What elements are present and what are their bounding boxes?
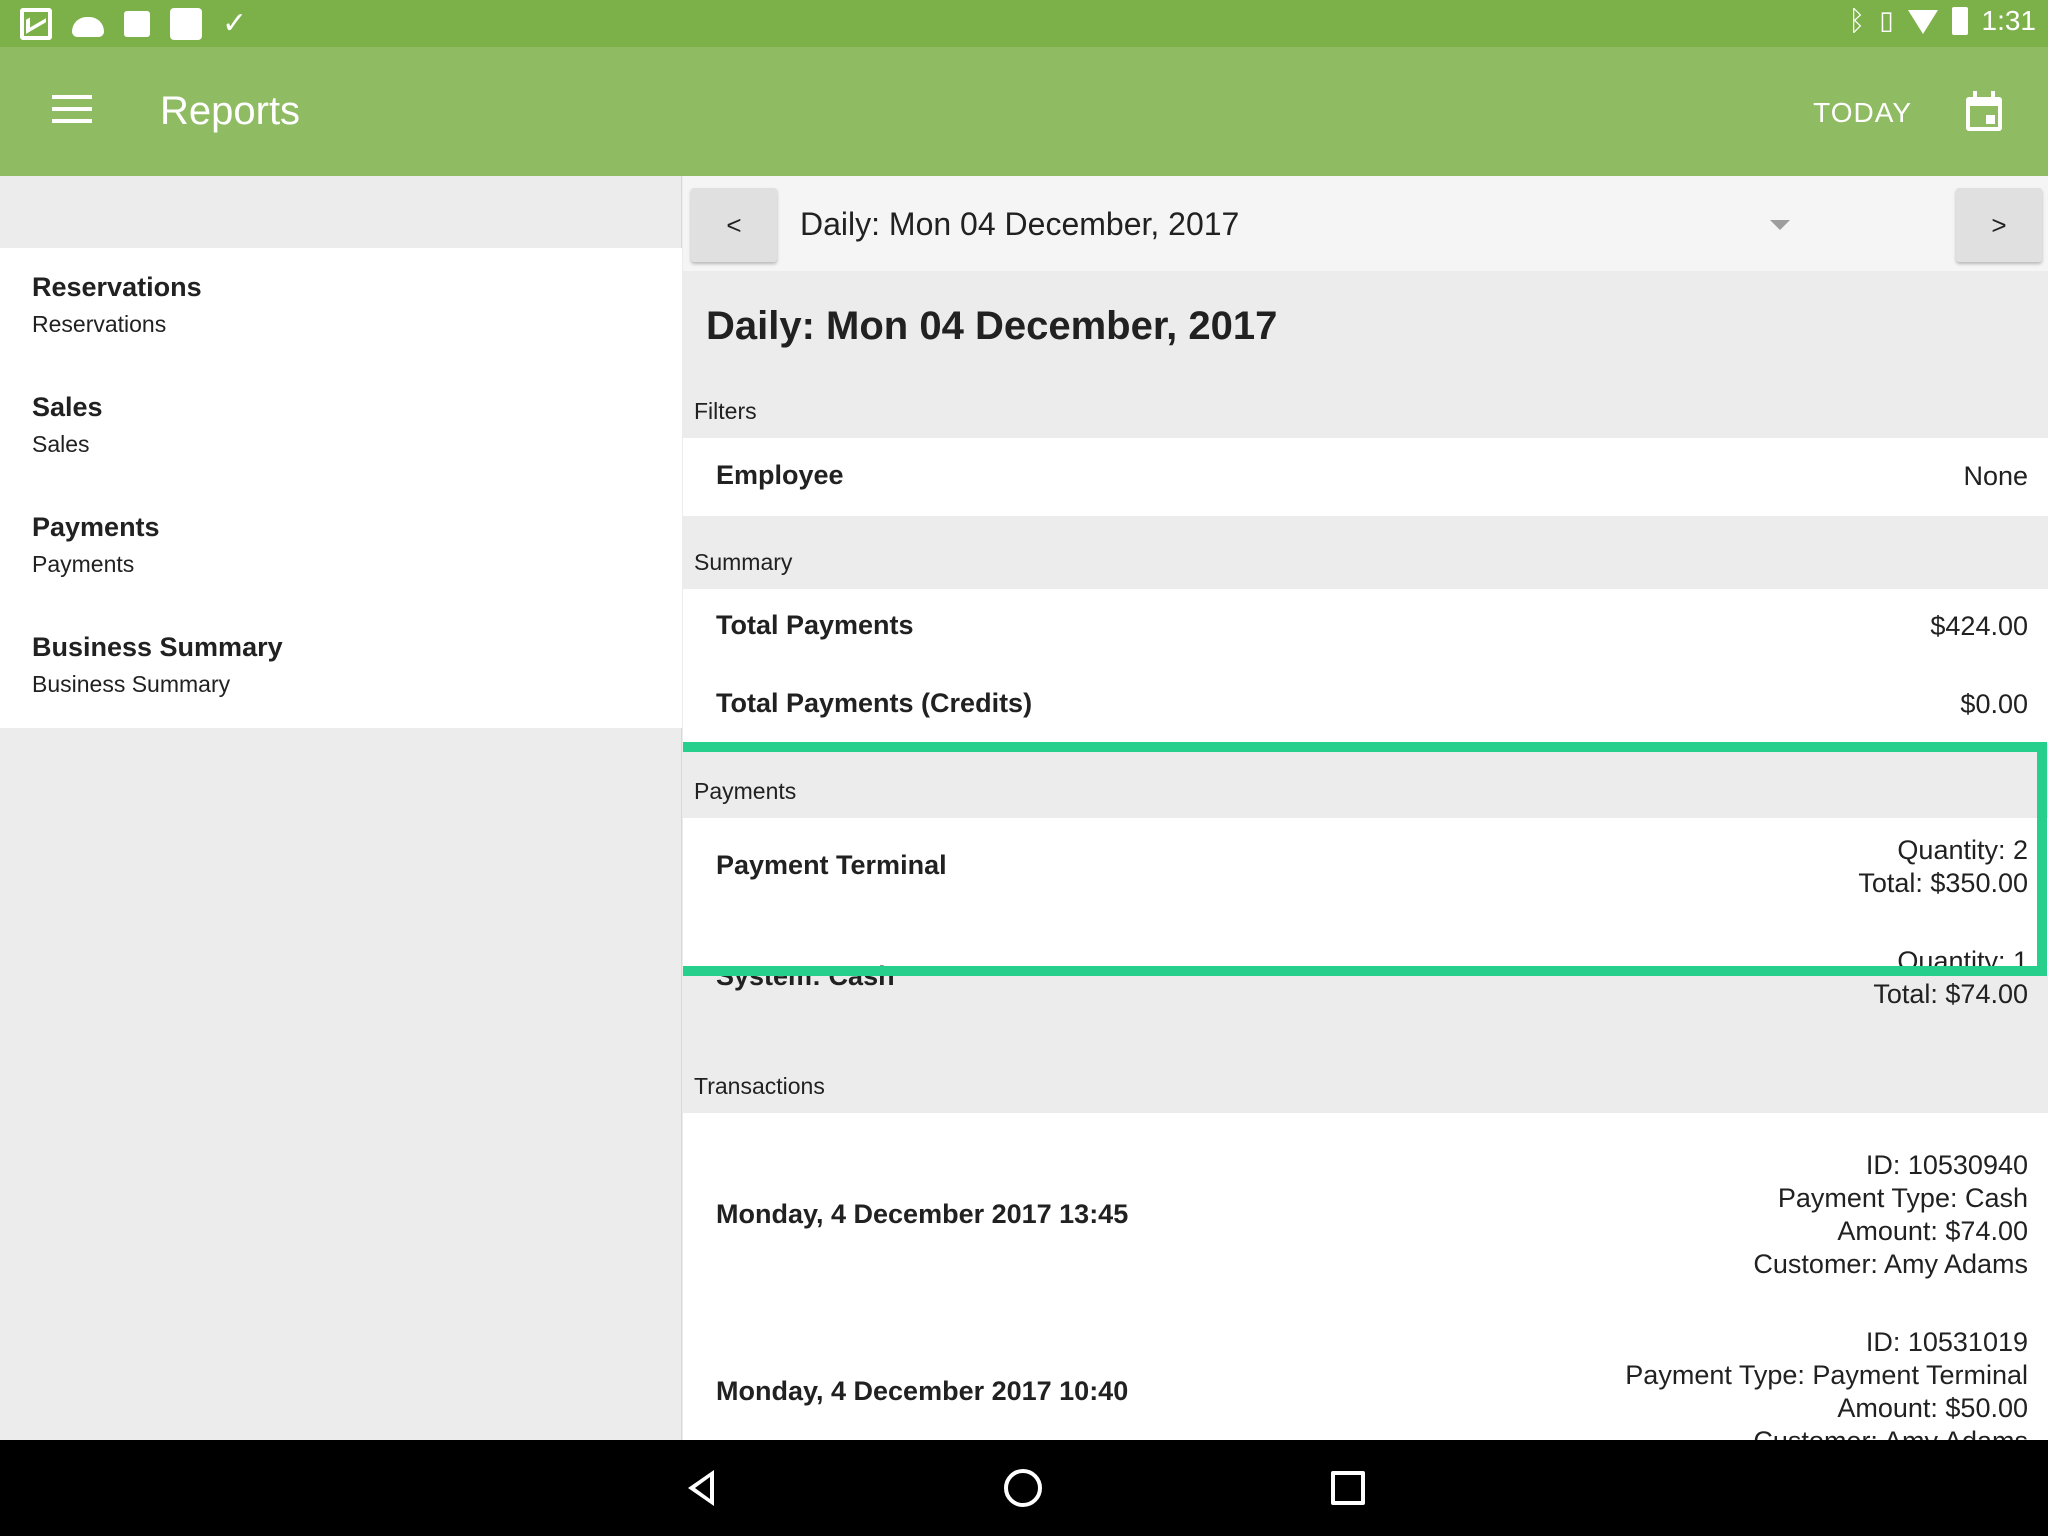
report-item-title: Sales xyxy=(32,392,103,422)
transaction-details: ID: 10530940 Payment Type: Cash Amount: … xyxy=(1753,1149,2028,1281)
total-credits-label: Total Payments (Credits) xyxy=(716,688,1033,718)
transaction-payment-type: Payment Type: Cash xyxy=(1777,1183,2028,1213)
page-title: Reports xyxy=(160,89,301,133)
report-item-title: Business Summary xyxy=(32,632,283,662)
previous-date-button[interactable]: < xyxy=(691,188,777,262)
transaction-payment-type: Payment Type: Payment Terminal xyxy=(1625,1360,2028,1390)
app-bar: Reports TODAY xyxy=(0,47,2048,176)
next-date-button[interactable]: > xyxy=(1956,188,2042,262)
back-icon[interactable] xyxy=(688,1470,714,1506)
transaction-customer: Customer: Amy Adams xyxy=(1625,1425,2028,1440)
section-header-transactions: Transactions xyxy=(694,1073,825,1099)
filter-label: Employee xyxy=(716,460,844,490)
dropdown-arrow-icon xyxy=(1770,220,1790,230)
bluetooth-icon: ᛒ xyxy=(1848,4,1866,37)
date-navigation: < Daily: Mon 04 December, 2017 > xyxy=(683,176,2048,271)
gmail-icon xyxy=(20,8,52,40)
transaction-details: ID: 10531019 Payment Type: Payment Termi… xyxy=(1625,1326,2028,1440)
today-button[interactable]: TODAY xyxy=(1813,97,1912,129)
payment-method-totals: Quantity: 2 Total: $350.00 xyxy=(1858,834,2028,900)
status-time: 1:31 xyxy=(1981,4,2037,36)
transaction-customer: Customer: Amy Adams xyxy=(1753,1249,2028,1279)
report-item-sales[interactable]: Sales Sales xyxy=(0,368,682,488)
payment-method-totals: Quantity: 1 Total: $74.00 xyxy=(1873,945,2028,1011)
report-detail-panel: < Daily: Mon 04 December, 2017 > Daily: … xyxy=(683,176,2048,1440)
date-range-value: Daily: Mon 04 December, 2017 xyxy=(800,206,1240,242)
system-navigation-bar xyxy=(0,1440,2048,1536)
transaction-datetime: Monday, 4 December 2017 13:45 xyxy=(716,1199,1129,1229)
transactions-rows: Monday, 4 December 2017 13:45 ID: 105309… xyxy=(683,1113,2048,1440)
total-payments-value: $424.00 xyxy=(1930,611,2028,641)
payment-quantity: Quantity: 1 xyxy=(1897,946,2028,976)
report-item-reservations[interactable]: Reservations Reservations xyxy=(0,248,682,368)
image-icon xyxy=(124,11,150,37)
menu-icon[interactable] xyxy=(52,95,92,125)
check-icon: ✓ xyxy=(222,6,248,41)
report-list: Reservations Reservations Sales Sales Pa… xyxy=(0,248,682,728)
calendar-icon[interactable] xyxy=(1966,91,2002,131)
date-range-select[interactable]: Daily: Mon 04 December, 2017 xyxy=(800,188,1840,262)
wifi-icon xyxy=(1907,9,1938,34)
total-credits-value: $0.00 xyxy=(1960,689,2028,719)
payment-quantity: Quantity: 2 xyxy=(1897,835,2028,865)
report-title: Daily: Mon 04 December, 2017 xyxy=(706,304,1278,348)
transaction-datetime: Monday, 4 December 2017 10:40 xyxy=(716,1376,1129,1406)
payment-method-name: Payment Terminal xyxy=(716,850,947,880)
recents-icon[interactable] xyxy=(1331,1471,1365,1505)
report-item-business-summary[interactable]: Business Summary Business Summary xyxy=(0,608,682,728)
cloud-icon xyxy=(72,17,104,37)
payment-method-name: System: Cash xyxy=(716,961,895,991)
transaction-id: ID: 10530940 xyxy=(1865,1150,2028,1180)
payments-rows: Payment Terminal Quantity: 2 Total: $350… xyxy=(683,818,2048,1009)
payment-total: Total: $74.00 xyxy=(1873,979,2028,1009)
section-header-filters: Filters xyxy=(694,398,757,424)
report-item-subtitle: Sales xyxy=(32,431,90,457)
filter-value: None xyxy=(1963,461,2028,491)
report-item-payments[interactable]: Payments Payments xyxy=(0,488,682,608)
section-header-payments: Payments xyxy=(694,778,797,804)
total-payments-label: Total Payments xyxy=(716,610,914,640)
report-item-subtitle: Payments xyxy=(32,551,135,577)
report-list-panel: Reservations Reservations Sales Sales Pa… xyxy=(0,176,682,1440)
square-icon xyxy=(170,8,202,40)
payment-total: Total: $350.00 xyxy=(1858,868,2028,898)
transaction-id: ID: 10531019 xyxy=(1865,1327,2028,1357)
section-header-summary: Summary xyxy=(694,549,793,575)
status-bar: ✓ ᛒ ▯ 1:31 xyxy=(0,0,2048,47)
filter-row-employee[interactable]: Employee None xyxy=(683,438,2048,516)
summary-rows: Total Payments $424.00 Total Payments (C… xyxy=(683,589,2048,744)
home-icon[interactable] xyxy=(1004,1469,1042,1507)
report-item-title: Reservations xyxy=(32,272,202,302)
vibrate-icon: ▯ xyxy=(1879,5,1894,36)
battery-icon xyxy=(1951,6,1968,35)
report-item-subtitle: Reservations xyxy=(32,311,167,337)
transaction-amount: Amount: $74.00 xyxy=(1837,1216,2028,1246)
transaction-amount: Amount: $50.00 xyxy=(1837,1393,2028,1423)
report-item-subtitle: Business Summary xyxy=(32,671,231,697)
report-item-title: Payments xyxy=(32,512,160,542)
